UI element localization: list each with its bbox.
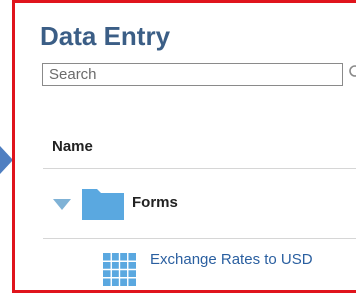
column-header-name[interactable]: Name (52, 138, 93, 155)
search-icon[interactable] (348, 64, 356, 82)
expand-triangle-icon[interactable] (53, 199, 71, 210)
form-grid-icon (103, 253, 136, 286)
folder-icon (82, 189, 124, 220)
form-link-exchange-rates[interactable]: Exchange Rates to USD (150, 251, 313, 268)
tree-folder-forms[interactable]: Forms (132, 194, 178, 211)
row-divider (43, 238, 356, 239)
search-input[interactable]: Search (42, 63, 343, 86)
panel-title: Data Entry (40, 21, 171, 51)
search-placeholder: Search (49, 66, 97, 83)
header-divider (43, 168, 356, 169)
data-entry-panel: Data Entry Search Name Forms Exchange Ra… (12, 0, 356, 293)
